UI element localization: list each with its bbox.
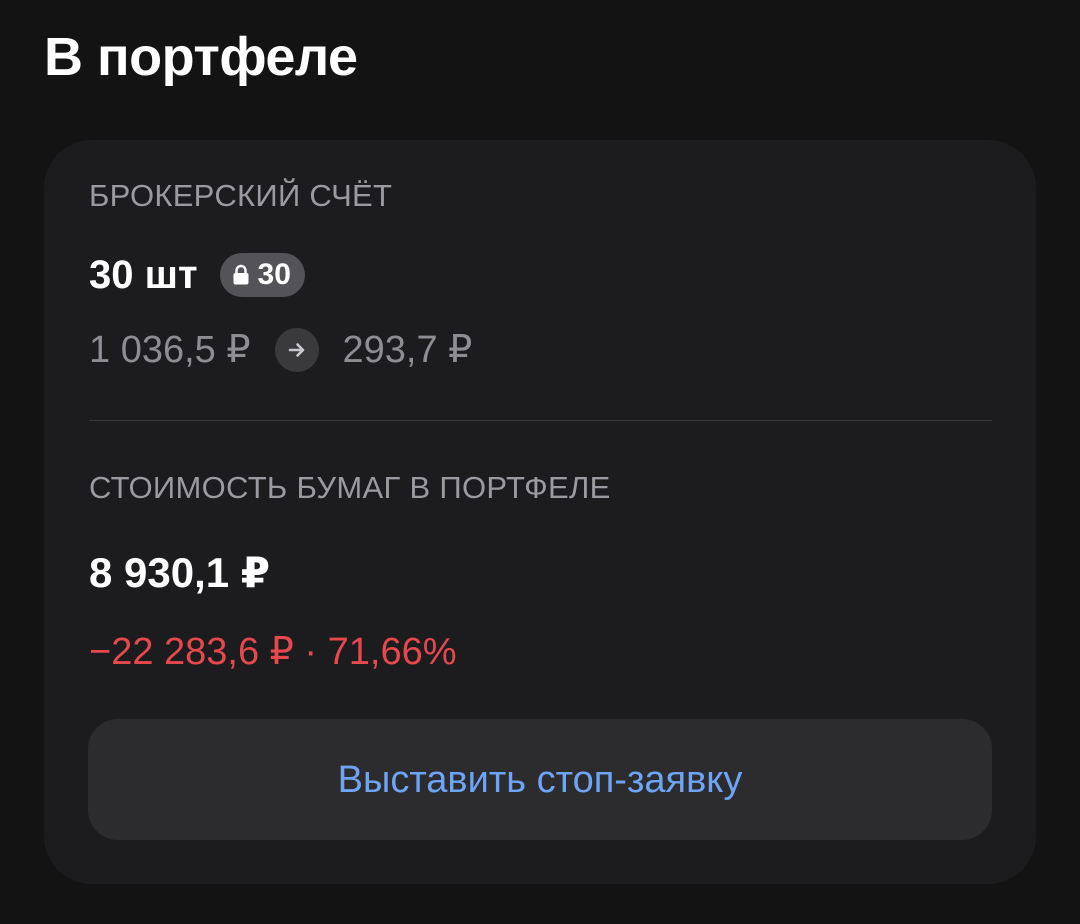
- portfolio-card: БРОКЕРСКИЙ СЧЁТ 30 шт 30 1 036,5 ₽ 293,7…: [44, 140, 1036, 884]
- blocked-quantity-value: 30: [257, 258, 291, 291]
- current-price: 293,7 ₽: [342, 329, 473, 371]
- average-price: 1 036,5 ₽: [89, 329, 251, 371]
- lock-icon: [233, 264, 249, 285]
- price-row: 1 036,5 ₽ 293,7 ₽: [89, 326, 472, 374]
- total-value: 8 930,1 ₽: [89, 549, 271, 596]
- stop-order-button-label: Выставить стоп-заявку: [337, 758, 743, 801]
- portfolio-value-label: СТОИМОСТЬ БУМАГ В ПОРТФЕЛЕ: [89, 470, 611, 505]
- divider: [89, 420, 992, 421]
- arrow-right-icon: [274, 328, 319, 372]
- blocked-quantity-badge[interactable]: 30: [219, 253, 305, 297]
- account-label: БРОКЕРСКИЙ СЧЁТ: [89, 178, 393, 213]
- quantity-row: 30 шт 30: [89, 252, 305, 298]
- quantity-text: 30 шт: [89, 253, 198, 297]
- profit-loss: −22 283,6 ₽ · 71,66%: [89, 631, 457, 673]
- stop-order-button[interactable]: Выставить стоп-заявку: [88, 719, 992, 840]
- page-title: В портфеле: [44, 27, 358, 87]
